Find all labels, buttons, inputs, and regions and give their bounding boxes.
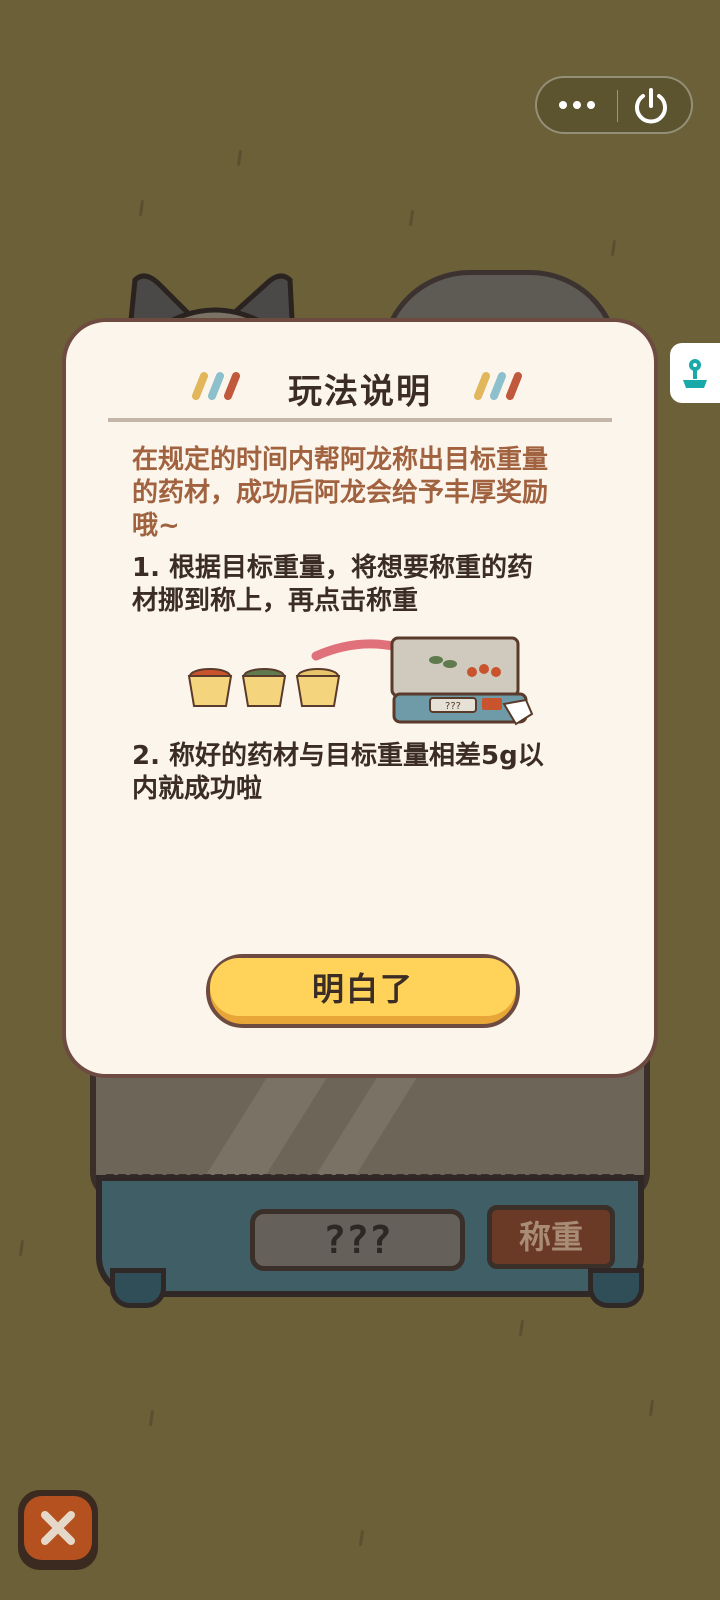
grass-decor [236, 149, 243, 167]
mini-scale-display: ??? [445, 701, 461, 712]
grass-decor [358, 1529, 365, 1547]
herb-basket-red [187, 668, 233, 707]
side-game-tab[interactable] [670, 343, 720, 403]
mini-scale-icon: ??? [390, 636, 534, 726]
grass-decor [18, 1239, 25, 1257]
grass-decor [408, 209, 415, 227]
step-2-text: 2. 称好的药材与目标重量相差5g以 内就成功啦 [132, 741, 544, 804]
grass-decor [648, 1399, 655, 1417]
grass-decor [610, 239, 617, 257]
confirm-button-label: 明白了 [210, 958, 516, 1016]
confirm-button[interactable]: 明白了 [206, 954, 520, 1028]
power-icon[interactable] [629, 84, 673, 128]
intro-text: 在规定的时间内帮阿龙称出目标重量 的药材，成功后阿龙会给予丰厚奖励 哦~ [132, 445, 549, 541]
background-scale-foot [588, 1268, 644, 1308]
background-scale-foot [110, 1268, 166, 1308]
background-scale-display: ??? [250, 1209, 465, 1271]
more-dots-icon[interactable] [553, 86, 601, 124]
close-button[interactable] [18, 1490, 98, 1570]
weighing-illustration: ??? [187, 636, 534, 726]
title-divider [108, 418, 612, 422]
grass-decor [518, 1319, 525, 1337]
joystick-icon [683, 359, 707, 388]
modal-title: 玩法说明 [288, 372, 432, 412]
herb-basket-yellow [295, 668, 341, 707]
grass-decor [138, 199, 145, 217]
step-1-text: 1. 根据目标重量，将想要称重的药 材挪到称上，再点击称重 [132, 553, 534, 616]
close-icon [41, 1511, 75, 1545]
capsule-divider [617, 90, 618, 122]
instructions-modal: 玩法说明 在规定的时间内帮阿龙称出目标重量 的药材，成功后阿龙会给予丰厚奖励 哦… [62, 318, 658, 1078]
miniprogram-capsule [535, 76, 693, 134]
background-weigh-button: 称重 [487, 1205, 615, 1269]
herb-basket-green [241, 668, 287, 707]
grass-decor [148, 1409, 155, 1427]
stripes-decor-icon [474, 372, 522, 400]
background-scale-base: ??? 称重 [96, 1175, 644, 1297]
